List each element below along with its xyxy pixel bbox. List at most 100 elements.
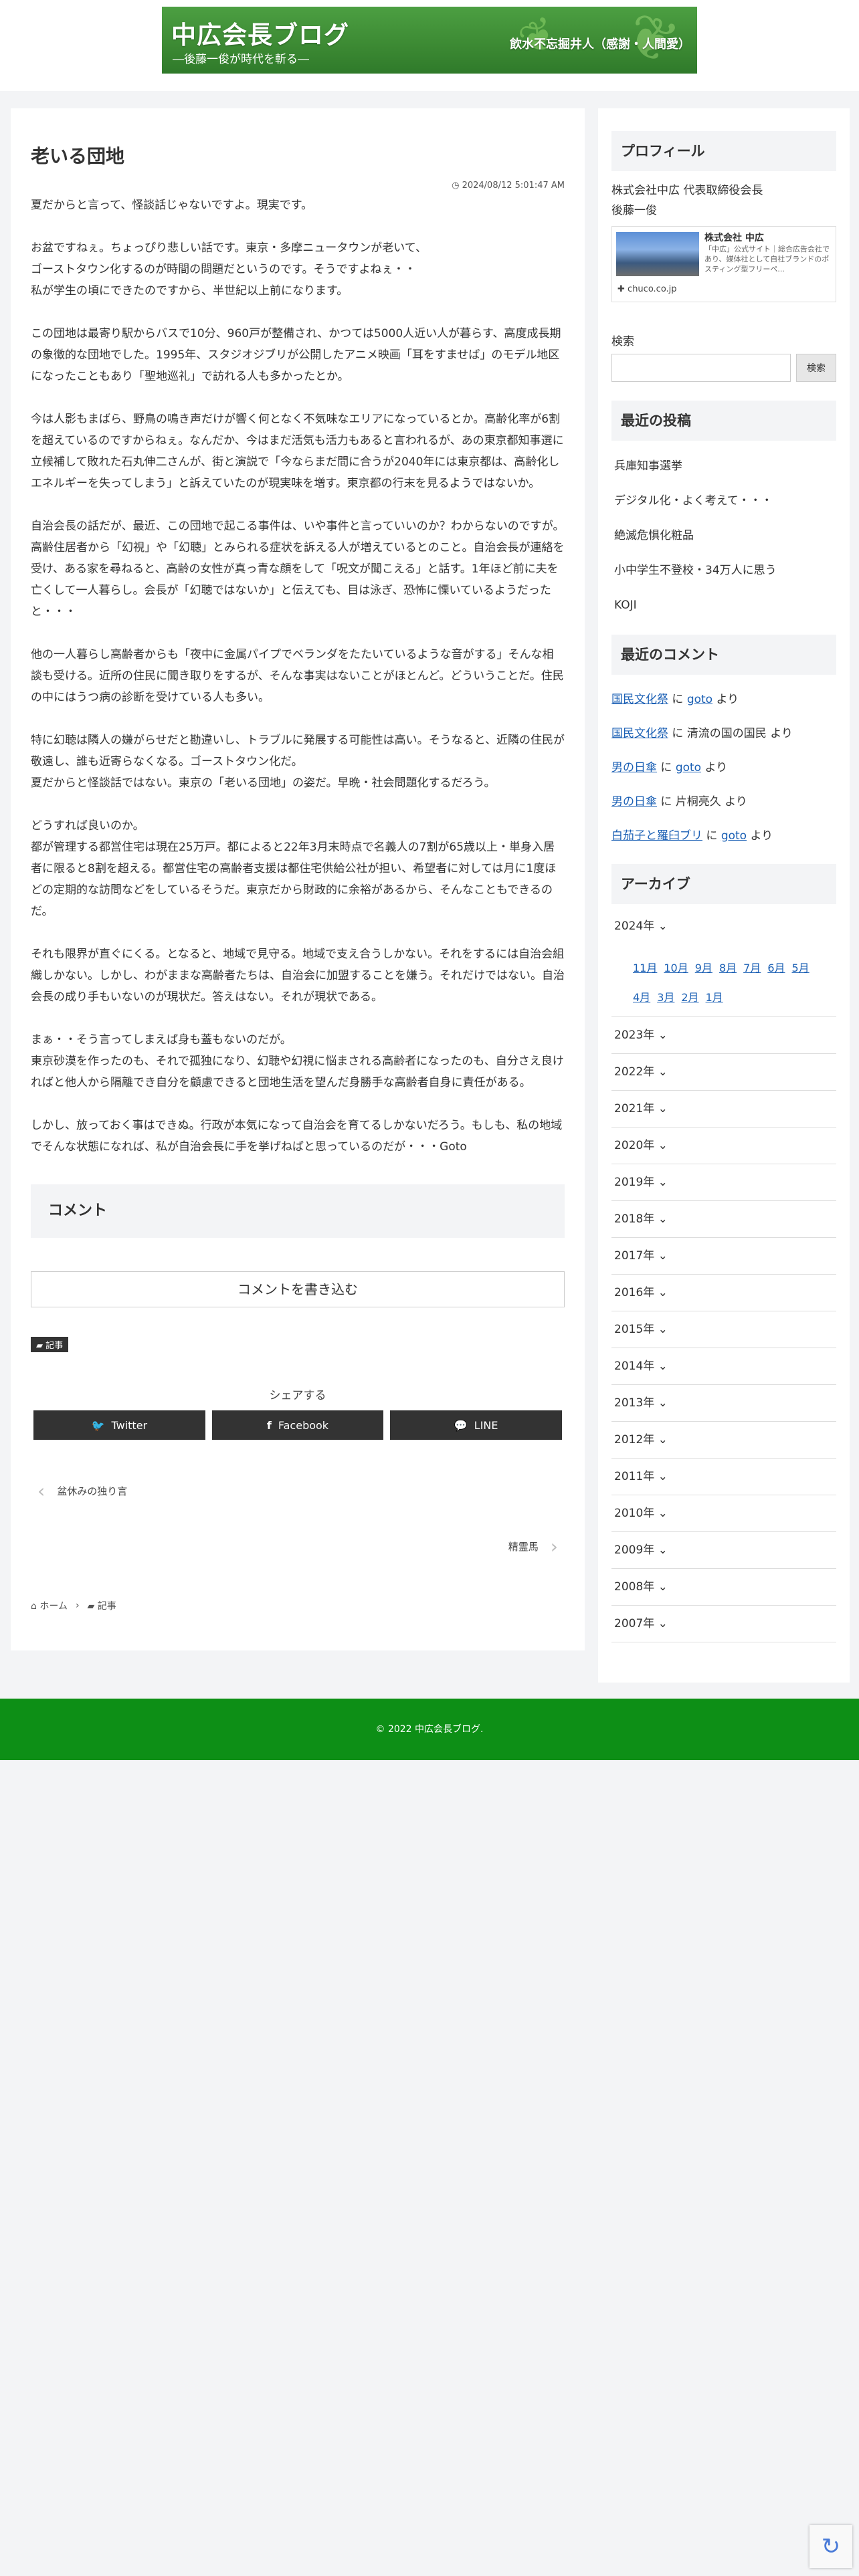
chevron-down-icon: ⌄ [658,1029,668,1042]
share-twitter-label: Twitter [111,1418,148,1432]
share-buttons: 🐦 Twitter f Facebook 💬 LINE [31,1410,565,1440]
recent-post-item[interactable]: デジタル化・よく考えて・・・ [611,484,836,518]
recent-post-item[interactable]: 小中学生不登校・34万人に思う [611,553,836,588]
chevron-down-icon: ⌄ [658,1470,668,1483]
archive-year[interactable]: 2015年 ⌄ [611,1311,836,1348]
recent-post-item[interactable]: 絶滅危惧化粧品 [611,518,836,553]
facebook-f-icon: f [266,1418,272,1432]
share-twitter-button[interactable]: 🐦 Twitter [33,1410,205,1440]
archive-month-link[interactable]: 10月 [664,962,688,974]
archive-year[interactable]: 2022年 ⌄ [611,1054,836,1091]
archive-heading: アーカイブ [611,864,836,904]
archive-year[interactable]: 2017年 ⌄ [611,1238,836,1275]
archive-year[interactable]: 2020年 ⌄ [611,1128,836,1164]
comment-tail: より [701,761,728,774]
breadcrumb-home[interactable]: ⌂ ホーム [31,1599,68,1612]
comment-connector: に [702,829,721,843]
recent-post-item[interactable]: 兵庫知事選挙 [611,449,836,484]
recent-post-item[interactable]: KOJI [611,588,836,623]
archive-month-link[interactable]: 1月 [706,991,723,1004]
archive-month-link[interactable]: 6月 [767,962,785,974]
breadcrumb-category[interactable]: ▰ 記事 [88,1599,116,1612]
chevron-down-icon: ⌄ [658,1323,668,1336]
comment-author-link[interactable]: goto [721,829,747,843]
comment-author-link[interactable]: goto [676,761,701,774]
share-facebook-label: Facebook [278,1418,329,1432]
recent-posts-list: 兵庫知事選挙 デジタル化・よく考えて・・・ 絶滅危惧化粧品 小中学生不登校・34… [611,449,836,623]
comment-post-link[interactable]: 男の日傘 [611,761,657,774]
category-tag-row: ▰ 記事 [31,1307,565,1352]
chevron-down-icon: ⌄ [658,1543,668,1557]
archive-month-link[interactable]: 11月 [633,962,657,974]
archive-month-link[interactable]: 9月 [695,962,712,974]
banner-subtitle: ―後藤一俊が時代を斬る― [173,53,309,66]
archive-year[interactable]: 2009年 ⌄ [611,1532,836,1569]
chevron-down-icon: ⌄ [658,1580,668,1594]
chevron-left-icon: ‹ [37,1480,45,1502]
search-button[interactable]: 検索 [796,354,836,382]
prev-post-link[interactable]: ‹ 盆休みの独り言 [31,1480,565,1502]
comment-post-link[interactable]: 国民文化祭 [611,693,668,706]
recent-comment-item: 国民文化祭 に goto より [611,683,836,717]
archive-year[interactable]: 2021年 ⌄ [611,1091,836,1128]
chevron-down-icon: ⌄ [658,1396,668,1410]
archive-year-label: 2017年 [614,1249,655,1263]
archive-year[interactable]: 2013年 ⌄ [611,1385,836,1422]
archive-year-label: 2016年 [614,1286,655,1299]
archive-year-open[interactable]: 2024年 ⌄ [611,908,836,944]
archive-year-label: 2018年 [614,1212,655,1226]
profile-line2: 後藤一俊 [611,204,657,217]
comment-author-link[interactable]: goto [687,693,712,706]
recaptcha-badge[interactable]: ↻ [809,2525,852,2568]
comment-post-link[interactable]: 白茄子と羅臼ブリ [611,829,702,843]
chevron-down-icon: ⌄ [658,1360,668,1373]
archive-year[interactable]: 2008年 ⌄ [611,1569,836,1606]
article-paragraph: 夏だからと言って、怪談話じゃないですよ。現実です。 [31,199,313,212]
chevron-right-icon: › [550,1535,558,1558]
archive-month-link[interactable]: 4月 [633,991,650,1004]
search-input[interactable] [611,354,791,382]
chevron-down-icon: ⌄ [658,1433,668,1446]
article-paragraph: お盆ですねぇ。ちょっぴり悲しい話です。東京・多摩ニュータウンが老いて、 ゴースト… [31,241,427,298]
archive-year[interactable]: 2019年 ⌄ [611,1164,836,1201]
archive-year[interactable]: 2023年 ⌄ [611,1017,836,1054]
next-post-label: 精霊馬 [508,1541,539,1553]
next-post-link[interactable]: 精霊馬 › [31,1535,565,1558]
archive-year[interactable]: 2014年 ⌄ [611,1348,836,1385]
archive-year[interactable]: 2011年 ⌄ [611,1459,836,1495]
share-facebook-button[interactable]: f Facebook [211,1410,384,1440]
archive-year-label: 2023年 [614,1029,655,1042]
comment-post-link[interactable]: 男の日傘 [611,795,657,809]
recaptcha-icon: ↻ [821,2533,841,2560]
header-banner[interactable]: ❦ ❦ 中広会長ブログ ―後藤一俊が時代を斬る― 飲水不忘掘井人（感謝・人間愛） [162,7,697,74]
archive-year[interactable]: 2016年 ⌄ [611,1275,836,1311]
archive-month-link[interactable]: 8月 [719,962,737,974]
article-paragraph: しかし、放っておく事はできぬ。行政が本気になって自治会を育てるしかないだろう。も… [31,1119,563,1154]
comment-post-link[interactable]: 国民文化祭 [611,727,668,740]
site-footer: © 2022 中広会長ブログ. [0,1699,859,1760]
archive-year-label: 2013年 [614,1396,655,1410]
category-tag[interactable]: ▰ 記事 [31,1337,69,1352]
prev-post-label: 盆休みの独り言 [57,1485,128,1497]
comment-tail: より [721,795,747,809]
archive-month-link[interactable]: 2月 [681,991,698,1004]
chevron-down-icon: ⌄ [658,1249,668,1263]
archive-month-link[interactable]: 5月 [792,962,809,974]
share-line-label: LINE [474,1418,498,1432]
chevron-down-icon: ⌄ [658,1617,668,1630]
archive-year[interactable]: 2007年 ⌄ [611,1606,836,1642]
article-paragraph: この団地は最寄り駅からバスで10分、960戸が整備され、かつては5000人近い人… [31,327,561,383]
archive-year[interactable]: 2012年 ⌄ [611,1422,836,1459]
archive-year[interactable]: 2010年 ⌄ [611,1495,836,1532]
write-comment-button[interactable]: コメントを書き込む [31,1271,565,1307]
profile-link-card[interactable]: 株式会社 中広 「中広」公式サイト｜総合広告会社であり、媒体社として自社ブランド… [611,226,836,302]
archive-month-link[interactable]: 7月 [743,962,761,974]
breadcrumb-separator-icon: › [75,1600,80,1611]
main-content: 老いる団地 ◷ 2024/08/12 5:01:47 AM 夏だからと言って、怪… [11,108,585,1650]
archive-month-link[interactable]: 3月 [657,991,674,1004]
comment-connector: に [657,761,676,774]
share-line-button[interactable]: 💬 LINE [390,1410,563,1440]
archive-year[interactable]: 2018年 ⌄ [611,1201,836,1238]
line-bubble-icon: 💬 [454,1418,468,1432]
banner-motto: 飲水不忘掘井人（感謝・人間愛） [510,37,690,51]
